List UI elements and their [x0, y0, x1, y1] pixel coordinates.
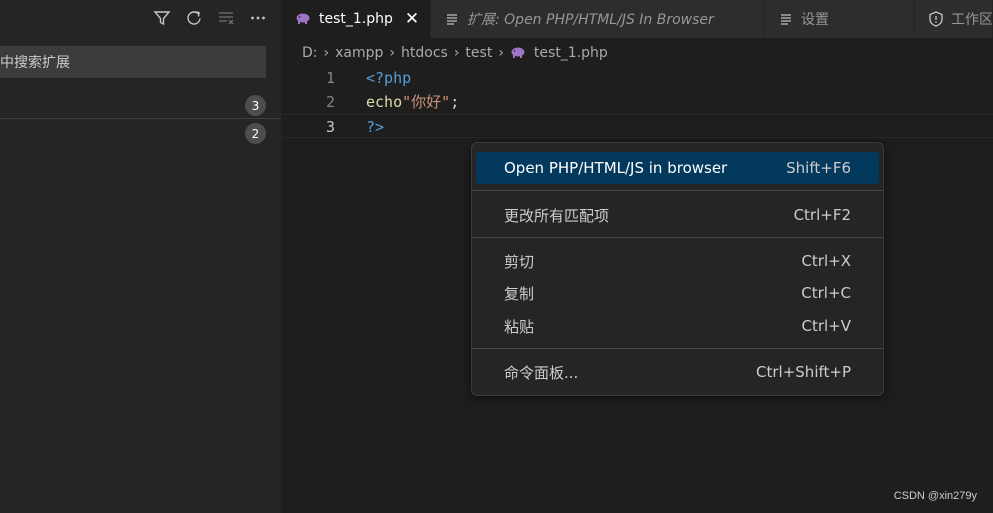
code-line: 2 echo"你好"; — [281, 90, 993, 114]
php-open-tag: <?php — [366, 69, 412, 87]
menu-item-shortcut: Ctrl+F2 — [793, 206, 851, 224]
menu-item-shortcut: Ctrl+Shift+P — [756, 363, 851, 381]
tab-test-1-php[interactable]: test_1.php ✕ — [281, 0, 431, 38]
echo-keyword: echo — [366, 93, 403, 111]
menu-item-shortcut: Shift+F6 — [786, 159, 851, 177]
menu-item-open-in-browser[interactable]: Open PHP/HTML/JS in browser Shift+F6 — [476, 152, 879, 184]
chevron-right-icon: › — [453, 45, 460, 61]
more-actions-icon[interactable] — [245, 5, 271, 31]
string-literal: "你好" — [402, 93, 451, 111]
chevron-right-icon: › — [389, 45, 395, 61]
menu-separator — [472, 237, 883, 238]
result-group[interactable]: 3 — [0, 93, 281, 117]
menu-item-change-all-occurrences[interactable]: 更改所有匹配项 Ctrl+F2 — [476, 199, 879, 231]
line-number: 2 — [325, 93, 335, 111]
php-close-tag: ?> — [366, 118, 385, 136]
menu-item-label: 剪切 — [504, 252, 535, 271]
menu-item-copy[interactable]: 复制 Ctrl+C — [476, 277, 879, 309]
refresh-icon[interactable] — [181, 5, 207, 31]
shield-icon — [929, 11, 943, 27]
menu-item-shortcut: Ctrl+C — [801, 284, 851, 302]
menu-item-shortcut: Ctrl+X — [801, 252, 851, 270]
tab-workspace[interactable]: 工作区 — [915, 0, 993, 38]
close-icon[interactable]: ✕ — [405, 9, 419, 29]
result-group[interactable]: 2 — [0, 121, 281, 145]
filter-icon[interactable] — [149, 5, 175, 31]
preview-icon — [779, 12, 793, 26]
menu-separator — [472, 190, 883, 191]
tab-label: test_1.php — [319, 11, 393, 27]
clear-results-icon[interactable] — [213, 5, 239, 31]
tab-settings[interactable]: 设置 — [765, 0, 915, 38]
tab-label: 设置 — [801, 12, 829, 28]
breadcrumb: D: › xampp › htdocs › test › test_1.php — [302, 42, 608, 64]
php-elephant-icon — [295, 12, 311, 26]
context-menu: Open PHP/HTML/JS in browser Shift+F6 更改所… — [471, 142, 884, 396]
menu-item-paste[interactable]: 粘贴 Ctrl+V — [476, 310, 879, 342]
code-text: echo"你好"; — [366, 90, 459, 114]
search-placeholder: 中搜索扩展 — [0, 55, 70, 71]
tab-label: 工作区 — [951, 12, 993, 28]
menu-item-shortcut: Ctrl+V — [801, 317, 851, 335]
code-text: <?php — [366, 66, 411, 90]
tab-extension-preview[interactable]: 扩展: Open PHP/HTML/JS In Browser — [431, 0, 765, 38]
breadcrumb-item[interactable]: htdocs — [401, 45, 448, 61]
menu-item-label: 更改所有匹配项 — [504, 206, 610, 225]
code-line-current: 3 ?> — [281, 114, 993, 138]
chevron-right-icon: › — [498, 45, 504, 61]
breadcrumb-item[interactable]: xampp — [335, 45, 383, 61]
menu-item-label: 粘贴 — [504, 317, 535, 336]
menu-separator — [472, 348, 883, 349]
chevron-right-icon: › — [323, 45, 330, 61]
tab-label: 扩展: Open PHP/HTML/JS In Browser — [467, 12, 714, 28]
menu-item-label: 命令面板... — [504, 363, 579, 382]
menu-item-command-palette[interactable]: 命令面板... Ctrl+Shift+P — [476, 356, 879, 388]
menu-item-cut[interactable]: 剪切 Ctrl+X — [476, 245, 879, 277]
line-number: 3 — [325, 118, 335, 136]
preview-icon — [445, 12, 459, 26]
breadcrumb-item[interactable]: D: — [302, 45, 318, 61]
menu-item-label: 复制 — [504, 284, 535, 303]
breadcrumb-item[interactable]: test_1.php — [534, 45, 608, 61]
search-sidebar: 中搜索扩展 3 2 — [0, 0, 281, 513]
code-text: ?> — [366, 115, 384, 139]
result-count-badge: 3 — [245, 95, 266, 116]
editor-tab-bar: test_1.php ✕ 扩展: Open PHP/HTML/JS In Bro… — [281, 0, 993, 38]
semicolon: ; — [450, 93, 460, 111]
line-number: 1 — [325, 69, 335, 87]
sidebar-toolbar — [149, 0, 281, 36]
breadcrumb-item[interactable]: test — [465, 45, 492, 61]
result-count-badge: 2 — [245, 123, 266, 144]
menu-item-label: Open PHP/HTML/JS in browser — [504, 159, 728, 177]
search-input[interactable]: 中搜索扩展 — [0, 46, 266, 78]
watermark: CSDN @xin279y — [893, 490, 977, 502]
php-elephant-icon — [510, 46, 526, 60]
divider — [0, 118, 281, 119]
code-line: 1 <?php — [281, 66, 993, 90]
